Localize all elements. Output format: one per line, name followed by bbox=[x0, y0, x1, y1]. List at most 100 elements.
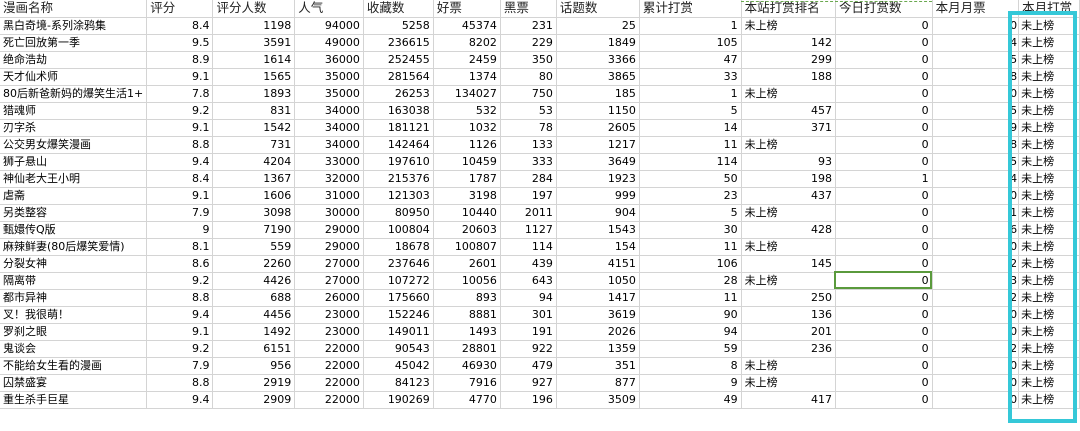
table-cell[interactable]: 8.8 bbox=[146, 136, 214, 154]
table-cell[interactable]: 2601 bbox=[433, 255, 501, 273]
table-cell[interactable]: 5 bbox=[932, 153, 1020, 171]
table-cell[interactable]: 750 bbox=[500, 85, 557, 103]
table-cell[interactable]: 2026 bbox=[556, 323, 640, 341]
table-cell[interactable]: 未上榜 bbox=[1018, 85, 1080, 103]
table-cell[interactable]: 201 bbox=[741, 323, 836, 341]
table-cell[interactable]: 80后新爸新妈的爆笑生活1+ bbox=[0, 85, 148, 103]
table-cell[interactable]: 0 bbox=[835, 187, 933, 205]
table-cell[interactable]: 5 bbox=[639, 204, 742, 222]
table-cell[interactable]: 死亡回放第一季 bbox=[0, 34, 148, 52]
table-cell[interactable]: 0 bbox=[835, 34, 933, 52]
table-cell[interactable]: 未上榜 bbox=[741, 374, 836, 392]
table-cell[interactable]: 未上榜 bbox=[1018, 170, 1080, 188]
table-cell[interactable]: 未上榜 bbox=[1018, 102, 1080, 120]
table-cell[interactable]: 0 bbox=[932, 374, 1020, 392]
table-cell[interactable]: 250 bbox=[741, 289, 836, 307]
column-header[interactable]: 本站打赏排名 bbox=[741, 0, 836, 18]
column-header[interactable]: 本月月票 bbox=[932, 0, 1020, 18]
table-cell[interactable]: 重生杀手巨星 bbox=[0, 391, 148, 409]
table-cell[interactable]: 4 bbox=[932, 34, 1020, 52]
table-cell[interactable]: 731 bbox=[212, 136, 296, 154]
table-cell[interactable]: 80 bbox=[500, 68, 557, 86]
table-cell[interactable]: 351 bbox=[556, 357, 640, 375]
table-cell[interactable]: 196 bbox=[500, 391, 557, 409]
table-cell[interactable]: 不能给女生看的漫画 bbox=[0, 357, 148, 375]
table-cell[interactable]: 1787 bbox=[433, 170, 501, 188]
table-cell[interactable]: 134027 bbox=[433, 85, 501, 103]
table-cell[interactable]: 0 bbox=[932, 85, 1020, 103]
table-cell[interactable]: 181121 bbox=[363, 119, 434, 137]
table-cell[interactable]: 22000 bbox=[294, 340, 364, 358]
table-cell[interactable]: 1050 bbox=[556, 272, 640, 290]
table-cell[interactable]: 9.2 bbox=[146, 340, 214, 358]
table-cell[interactable]: 未上榜 bbox=[1018, 238, 1080, 256]
table-cell[interactable]: 1923 bbox=[556, 170, 640, 188]
table-cell[interactable]: 虐斋 bbox=[0, 187, 148, 205]
table-cell[interactable]: 877 bbox=[556, 374, 640, 392]
table-cell[interactable]: 未上榜 bbox=[1018, 323, 1080, 341]
table-cell[interactable]: 未上榜 bbox=[1018, 306, 1080, 324]
table-cell[interactable]: 罗刹之眼 bbox=[0, 323, 148, 341]
table-cell[interactable]: 5 bbox=[639, 102, 742, 120]
table-cell[interactable]: 145 bbox=[741, 255, 836, 273]
table-cell[interactable]: 22000 bbox=[294, 357, 364, 375]
table-cell[interactable]: 1 bbox=[639, 17, 742, 35]
table-cell[interactable]: 9 bbox=[146, 221, 214, 239]
table-cell[interactable]: 3198 bbox=[433, 187, 501, 205]
table-cell[interactable]: 163038 bbox=[363, 102, 434, 120]
table-cell[interactable]: 隔离带 bbox=[0, 272, 148, 290]
table-cell[interactable]: 457 bbox=[741, 102, 836, 120]
table-cell[interactable]: 0 bbox=[932, 391, 1020, 409]
table-cell[interactable]: 7190 bbox=[212, 221, 296, 239]
table-cell[interactable]: 90543 bbox=[363, 340, 434, 358]
table-cell[interactable]: 未上榜 bbox=[1018, 391, 1080, 409]
table-cell[interactable]: 1032 bbox=[433, 119, 501, 137]
table-cell[interactable]: 23000 bbox=[294, 323, 364, 341]
table-cell[interactable]: 分裂女神 bbox=[0, 255, 148, 273]
table-cell[interactable]: 904 bbox=[556, 204, 640, 222]
table-cell[interactable]: 0 bbox=[835, 306, 933, 324]
table-cell[interactable]: 229 bbox=[500, 34, 557, 52]
table-cell[interactable]: 237646 bbox=[363, 255, 434, 273]
table-cell[interactable]: 8.9 bbox=[146, 51, 214, 69]
table-cell[interactable]: 643 bbox=[500, 272, 557, 290]
table-cell[interactable]: 10440 bbox=[433, 204, 501, 222]
table-cell[interactable]: 26253 bbox=[363, 85, 434, 103]
table-cell[interactable]: 0 bbox=[932, 187, 1020, 205]
table-cell[interactable]: 33000 bbox=[294, 153, 364, 171]
table-cell[interactable]: 29000 bbox=[294, 238, 364, 256]
column-header[interactable]: 话题数 bbox=[556, 0, 640, 18]
table-cell[interactable]: 78 bbox=[500, 119, 557, 137]
table-cell[interactable]: 未上榜 bbox=[1018, 374, 1080, 392]
table-cell[interactable]: 10056 bbox=[433, 272, 501, 290]
table-cell[interactable]: 2 bbox=[932, 289, 1020, 307]
table-cell[interactable]: 532 bbox=[433, 102, 501, 120]
table-cell[interactable]: 7.9 bbox=[146, 357, 214, 375]
table-cell[interactable]: 47 bbox=[639, 51, 742, 69]
table-cell[interactable]: 绝命浩劫 bbox=[0, 51, 148, 69]
table-cell[interactable]: 未上榜 bbox=[1018, 255, 1080, 273]
table-cell[interactable]: 922 bbox=[500, 340, 557, 358]
table-cell[interactable]: 14 bbox=[639, 119, 742, 137]
table-cell[interactable]: 9.2 bbox=[146, 102, 214, 120]
table-cell[interactable]: 1493 bbox=[433, 323, 501, 341]
table-cell[interactable]: 0 bbox=[932, 17, 1020, 35]
table-cell[interactable]: 3509 bbox=[556, 391, 640, 409]
table-cell[interactable]: 23000 bbox=[294, 306, 364, 324]
table-cell[interactable]: 31000 bbox=[294, 187, 364, 205]
table-cell[interactable]: 2605 bbox=[556, 119, 640, 137]
table-cell[interactable]: 46930 bbox=[433, 357, 501, 375]
table-cell[interactable]: 0 bbox=[835, 204, 933, 222]
table-cell[interactable]: 2011 bbox=[500, 204, 557, 222]
table-cell[interactable]: 未上榜 bbox=[1018, 272, 1080, 290]
column-header[interactable]: 今日打赏数 bbox=[835, 0, 933, 18]
table-cell[interactable]: 3619 bbox=[556, 306, 640, 324]
table-cell[interactable]: 688 bbox=[212, 289, 296, 307]
table-cell[interactable]: 90 bbox=[639, 306, 742, 324]
table-cell[interactable]: 215376 bbox=[363, 170, 434, 188]
table-cell[interactable]: 猎魂师 bbox=[0, 102, 148, 120]
table-cell[interactable]: 100804 bbox=[363, 221, 434, 239]
table-cell[interactable]: 6 bbox=[932, 221, 1020, 239]
table-cell[interactable]: 8.6 bbox=[146, 255, 214, 273]
table-cell[interactable]: 301 bbox=[500, 306, 557, 324]
